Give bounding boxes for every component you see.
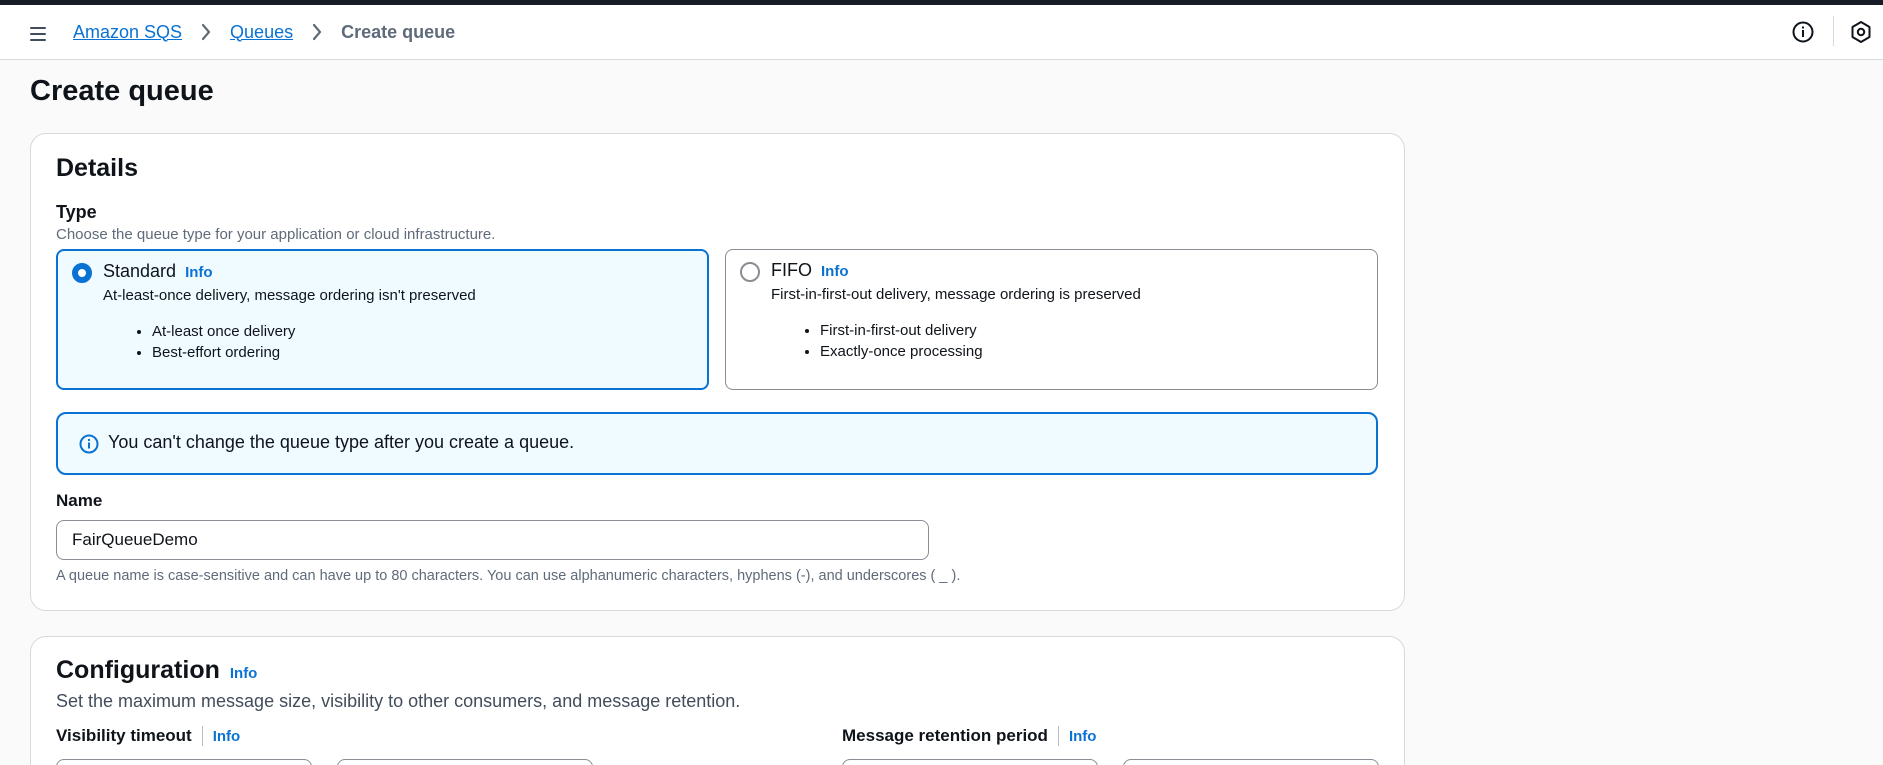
configuration-header: Configuration Info [56, 656, 257, 685]
configuration-description: Set the maximum message size, visibility… [56, 691, 741, 711]
standard-radio[interactable] [72, 263, 92, 283]
standard-title: Standard Info [103, 261, 213, 282]
breadcrumb-amazon-sqs[interactable]: Amazon SQS [73, 22, 182, 43]
configuration-panel: Configuration Info Set the maximum messa… [30, 636, 1405, 765]
standard-info-link[interactable]: Info [185, 264, 213, 281]
info-circle-icon [78, 433, 100, 455]
standard-features: At-least once delivery Best-effort order… [152, 321, 295, 363]
name-label: Name [56, 491, 103, 510]
retention-period-unit-select[interactable] [1123, 759, 1379, 765]
name-hint: A queue name is case-sensitive and can h… [56, 568, 961, 584]
fifo-description: First-in-first-out delivery, message ord… [771, 286, 1141, 303]
standard-feature-item: At-least once delivery [152, 321, 295, 342]
label-divider [1057, 726, 1059, 746]
queue-type-fifo-option[interactable]: FIFO Info First-in-first-out delivery, m… [725, 249, 1378, 390]
label-divider [201, 726, 203, 746]
chevron-right-icon [305, 20, 329, 44]
type-description: Choose the queue type for your applicati… [56, 226, 496, 243]
fifo-label: FIFO [771, 260, 812, 280]
fifo-title: FIFO Info [771, 260, 849, 281]
retention-period-input[interactable] [842, 759, 1098, 765]
details-panel: Details Type Choose the queue type for y… [30, 133, 1405, 611]
retention-period-info-link[interactable]: Info [1069, 728, 1097, 745]
type-label: Type [56, 202, 97, 222]
alert-message: You can't change the queue type after yo… [108, 432, 575, 452]
header-divider [1833, 16, 1834, 46]
visibility-timeout-input[interactable] [56, 759, 312, 765]
fifo-feature-item: First-in-first-out delivery [820, 320, 983, 341]
page-title: Create queue [30, 75, 214, 107]
queue-name-input[interactable] [56, 520, 929, 560]
fifo-radio[interactable] [740, 262, 760, 282]
details-heading: Details [56, 154, 138, 182]
fifo-info-link[interactable]: Info [821, 263, 849, 280]
visibility-timeout-label-row: Visibility timeout Info [56, 726, 240, 746]
retention-period-label: Message retention period [842, 726, 1048, 745]
chevron-right-icon [194, 20, 218, 44]
standard-feature-item: Best-effort ordering [152, 342, 295, 363]
visibility-timeout-label: Visibility timeout [56, 726, 192, 745]
top-navigation: Amazon SQS Queues Create queue [0, 5, 1883, 60]
visibility-timeout-unit-select[interactable] [337, 759, 593, 765]
visibility-timeout-info-link[interactable]: Info [213, 728, 241, 745]
retention-period-label-row: Message retention period Info [842, 726, 1096, 746]
fifo-feature-item: Exactly-once processing [820, 341, 983, 362]
fifo-features: First-in-first-out delivery Exactly-once… [820, 320, 983, 362]
queue-type-standard-option[interactable]: Standard Info At-least-once delivery, me… [56, 249, 709, 390]
breadcrumb-current: Create queue [341, 21, 456, 42]
hamburger-menu-icon[interactable] [26, 22, 52, 46]
standard-description: At-least-once delivery, message ordering… [103, 287, 476, 304]
info-circle-icon[interactable] [1790, 19, 1816, 45]
queue-type-alert: You can't change the queue type after yo… [56, 412, 1378, 475]
breadcrumb: Amazon SQS Queues Create queue [73, 20, 455, 44]
configuration-heading: Configuration [56, 656, 220, 684]
hexagon-settings-icon[interactable] [1848, 19, 1874, 45]
configuration-info-link[interactable]: Info [230, 665, 258, 682]
breadcrumb-queues[interactable]: Queues [230, 22, 293, 43]
standard-label: Standard [103, 261, 177, 281]
